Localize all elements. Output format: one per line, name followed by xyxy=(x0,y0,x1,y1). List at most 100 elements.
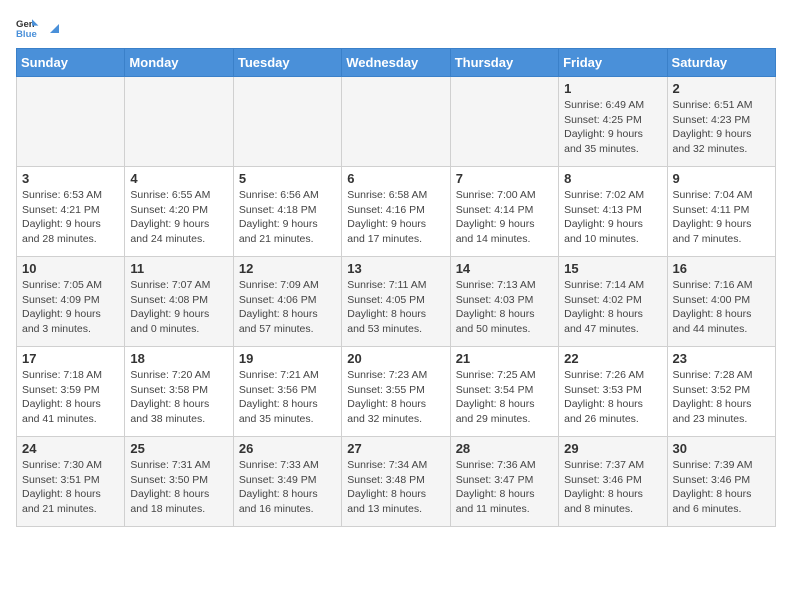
calendar-cell: 20 Sunrise: 7:23 AMSunset: 3:55 PMDayligh… xyxy=(342,347,450,437)
day-number: 10 xyxy=(22,261,119,276)
day-number: 11 xyxy=(130,261,227,276)
calendar-cell: 17 Sunrise: 7:18 AMSunset: 3:59 PMDayligh… xyxy=(17,347,125,437)
calendar-cell: 24 Sunrise: 7:30 AMSunset: 3:51 PMDayligh… xyxy=(17,437,125,527)
day-number: 14 xyxy=(456,261,553,276)
calendar-cell: 28 Sunrise: 7:36 AMSunset: 3:47 PMDayligh… xyxy=(450,437,558,527)
weekday-header-wednesday: Wednesday xyxy=(342,49,450,77)
day-number: 26 xyxy=(239,441,336,456)
calendar-cell: 21Sunrise: 7:25 AMSunset: 3:54 PMDayligh… xyxy=(450,347,558,437)
day-number: 20 xyxy=(347,351,444,366)
day-number: 7 xyxy=(456,171,553,186)
calendar-cell: 9Sunrise: 7:04 AMSunset: 4:11 PMDaylight… xyxy=(667,167,775,257)
day-number: 3 xyxy=(22,171,119,186)
calendar-body: 1 Sunrise: 6:49 AMSunset: 4:25 PMDaylight… xyxy=(17,77,776,527)
calendar-cell: 3 Sunrise: 6:53 AMSunset: 4:21 PMDaylight… xyxy=(17,167,125,257)
calendar-cell: 4Sunrise: 6:55 AMSunset: 4:20 PMDaylight… xyxy=(125,167,233,257)
day-info: Sunrise: 7:39 AMSunset: 3:46 PMDaylight:… xyxy=(673,458,770,517)
day-info: Sunrise: 7:14 AMSunset: 4:02 PMDaylight:… xyxy=(564,278,661,337)
day-number: 12 xyxy=(239,261,336,276)
day-number: 27 xyxy=(347,441,444,456)
calendar-cell: 12 Sunrise: 7:09 AMSunset: 4:06 PMDayligh… xyxy=(233,257,341,347)
calendar-cell: 8 Sunrise: 7:02 AMSunset: 4:13 PMDaylight… xyxy=(559,167,667,257)
day-number: 25 xyxy=(130,441,227,456)
calendar-cell xyxy=(233,77,341,167)
day-number: 28 xyxy=(456,441,553,456)
day-number: 13 xyxy=(347,261,444,276)
day-number: 19 xyxy=(239,351,336,366)
day-info: Sunrise: 6:58 AMSunset: 4:16 PMDaylight:… xyxy=(347,188,444,247)
day-info: Sunrise: 7:30 AMSunset: 3:51 PMDaylight:… xyxy=(22,458,119,517)
weekday-header-row: SundayMondayTuesdayWednesdayThursdayFrid… xyxy=(17,49,776,77)
calendar-cell: 22 Sunrise: 7:26 AMSunset: 3:53 PMDayligh… xyxy=(559,347,667,437)
logo: Gen Blue xyxy=(16,16,63,40)
day-info: Sunrise: 7:36 AMSunset: 3:47 PMDaylight:… xyxy=(456,458,553,517)
calendar-cell: 29Sunrise: 7:37 AMSunset: 3:46 PMDayligh… xyxy=(559,437,667,527)
day-info: Sunrise: 7:23 AMSunset: 3:55 PMDaylight:… xyxy=(347,368,444,427)
day-number: 23 xyxy=(673,351,770,366)
day-number: 22 xyxy=(564,351,661,366)
day-info: Sunrise: 7:16 AMSunset: 4:00 PMDaylight:… xyxy=(673,278,770,337)
day-number: 18 xyxy=(130,351,227,366)
day-info: Sunrise: 7:13 AMSunset: 4:03 PMDaylight:… xyxy=(456,278,553,337)
weekday-header-monday: Monday xyxy=(125,49,233,77)
calendar-table: SundayMondayTuesdayWednesdayThursdayFrid… xyxy=(16,48,776,527)
logo-icon: Gen Blue xyxy=(16,16,40,40)
calendar-cell: 5Sunrise: 6:56 AMSunset: 4:18 PMDaylight… xyxy=(233,167,341,257)
calendar-cell: 16 Sunrise: 7:16 AMSunset: 4:00 PMDayligh… xyxy=(667,257,775,347)
day-number: 1 xyxy=(564,81,661,96)
calendar-cell: 26 Sunrise: 7:33 AMSunset: 3:49 PMDayligh… xyxy=(233,437,341,527)
day-info: Sunrise: 6:55 AMSunset: 4:20 PMDaylight:… xyxy=(130,188,227,247)
day-number: 2 xyxy=(673,81,770,96)
calendar-cell: 14 Sunrise: 7:13 AMSunset: 4:03 PMDayligh… xyxy=(450,257,558,347)
calendar-cell xyxy=(17,77,125,167)
day-number: 16 xyxy=(673,261,770,276)
day-number: 24 xyxy=(22,441,119,456)
day-number: 8 xyxy=(564,171,661,186)
calendar-cell: 11 Sunrise: 7:07 AMSunset: 4:08 PMDayligh… xyxy=(125,257,233,347)
day-info: Sunrise: 7:05 AMSunset: 4:09 PMDaylight:… xyxy=(22,278,119,337)
week-row-1: 1 Sunrise: 6:49 AMSunset: 4:25 PMDaylight… xyxy=(17,77,776,167)
day-info: Sunrise: 7:26 AMSunset: 3:53 PMDaylight:… xyxy=(564,368,661,427)
calendar-cell: 1 Sunrise: 6:49 AMSunset: 4:25 PMDaylight… xyxy=(559,77,667,167)
day-info: Sunrise: 7:07 AMSunset: 4:08 PMDaylight:… xyxy=(130,278,227,337)
calendar-cell: 13 Sunrise: 7:11 AMSunset: 4:05 PMDayligh… xyxy=(342,257,450,347)
day-info: Sunrise: 7:09 AMSunset: 4:06 PMDaylight:… xyxy=(239,278,336,337)
calendar-cell: 18 Sunrise: 7:20 AMSunset: 3:58 PMDayligh… xyxy=(125,347,233,437)
calendar-cell: 15 Sunrise: 7:14 AMSunset: 4:02 PMDayligh… xyxy=(559,257,667,347)
weekday-header-thursday: Thursday xyxy=(450,49,558,77)
day-info: Sunrise: 7:20 AMSunset: 3:58 PMDaylight:… xyxy=(130,368,227,427)
day-number: 30 xyxy=(673,441,770,456)
day-info: Sunrise: 7:34 AMSunset: 3:48 PMDaylight:… xyxy=(347,458,444,517)
calendar-cell: 23Sunrise: 7:28 AMSunset: 3:52 PMDayligh… xyxy=(667,347,775,437)
calendar-cell: 6 Sunrise: 6:58 AMSunset: 4:16 PMDaylight… xyxy=(342,167,450,257)
day-number: 17 xyxy=(22,351,119,366)
day-info: Sunrise: 7:33 AMSunset: 3:49 PMDaylight:… xyxy=(239,458,336,517)
day-info: Sunrise: 6:51 AMSunset: 4:23 PMDaylight:… xyxy=(673,98,770,157)
day-info: Sunrise: 6:53 AMSunset: 4:21 PMDaylight:… xyxy=(22,188,119,247)
calendar-cell: 30 Sunrise: 7:39 AMSunset: 3:46 PMDayligh… xyxy=(667,437,775,527)
day-number: 6 xyxy=(347,171,444,186)
day-number: 21 xyxy=(456,351,553,366)
day-info: Sunrise: 7:02 AMSunset: 4:13 PMDaylight:… xyxy=(564,188,661,247)
calendar-cell: 19 Sunrise: 7:21 AMSunset: 3:56 PMDayligh… xyxy=(233,347,341,437)
week-row-2: 3 Sunrise: 6:53 AMSunset: 4:21 PMDaylight… xyxy=(17,167,776,257)
calendar-cell xyxy=(342,77,450,167)
day-info: Sunrise: 7:18 AMSunset: 3:59 PMDaylight:… xyxy=(22,368,119,427)
day-number: 5 xyxy=(239,171,336,186)
day-info: Sunrise: 7:31 AMSunset: 3:50 PMDaylight:… xyxy=(130,458,227,517)
day-info: Sunrise: 7:00 AMSunset: 4:14 PMDaylight:… xyxy=(456,188,553,247)
weekday-header-saturday: Saturday xyxy=(667,49,775,77)
calendar-cell: 10 Sunrise: 7:05 AMSunset: 4:09 PMDayligh… xyxy=(17,257,125,347)
calendar-cell xyxy=(450,77,558,167)
weekday-header-tuesday: Tuesday xyxy=(233,49,341,77)
calendar-cell xyxy=(125,77,233,167)
day-info: Sunrise: 7:11 AMSunset: 4:05 PMDaylight:… xyxy=(347,278,444,337)
day-info: Sunrise: 7:21 AMSunset: 3:56 PMDaylight:… xyxy=(239,368,336,427)
weekday-header-sunday: Sunday xyxy=(17,49,125,77)
week-row-5: 24 Sunrise: 7:30 AMSunset: 3:51 PMDayligh… xyxy=(17,437,776,527)
calendar-cell: 7 Sunrise: 7:00 AMSunset: 4:14 PMDaylight… xyxy=(450,167,558,257)
day-info: Sunrise: 6:49 AMSunset: 4:25 PMDaylight:… xyxy=(564,98,661,157)
day-number: 9 xyxy=(673,171,770,186)
svg-text:Blue: Blue xyxy=(16,29,37,40)
day-number: 15 xyxy=(564,261,661,276)
